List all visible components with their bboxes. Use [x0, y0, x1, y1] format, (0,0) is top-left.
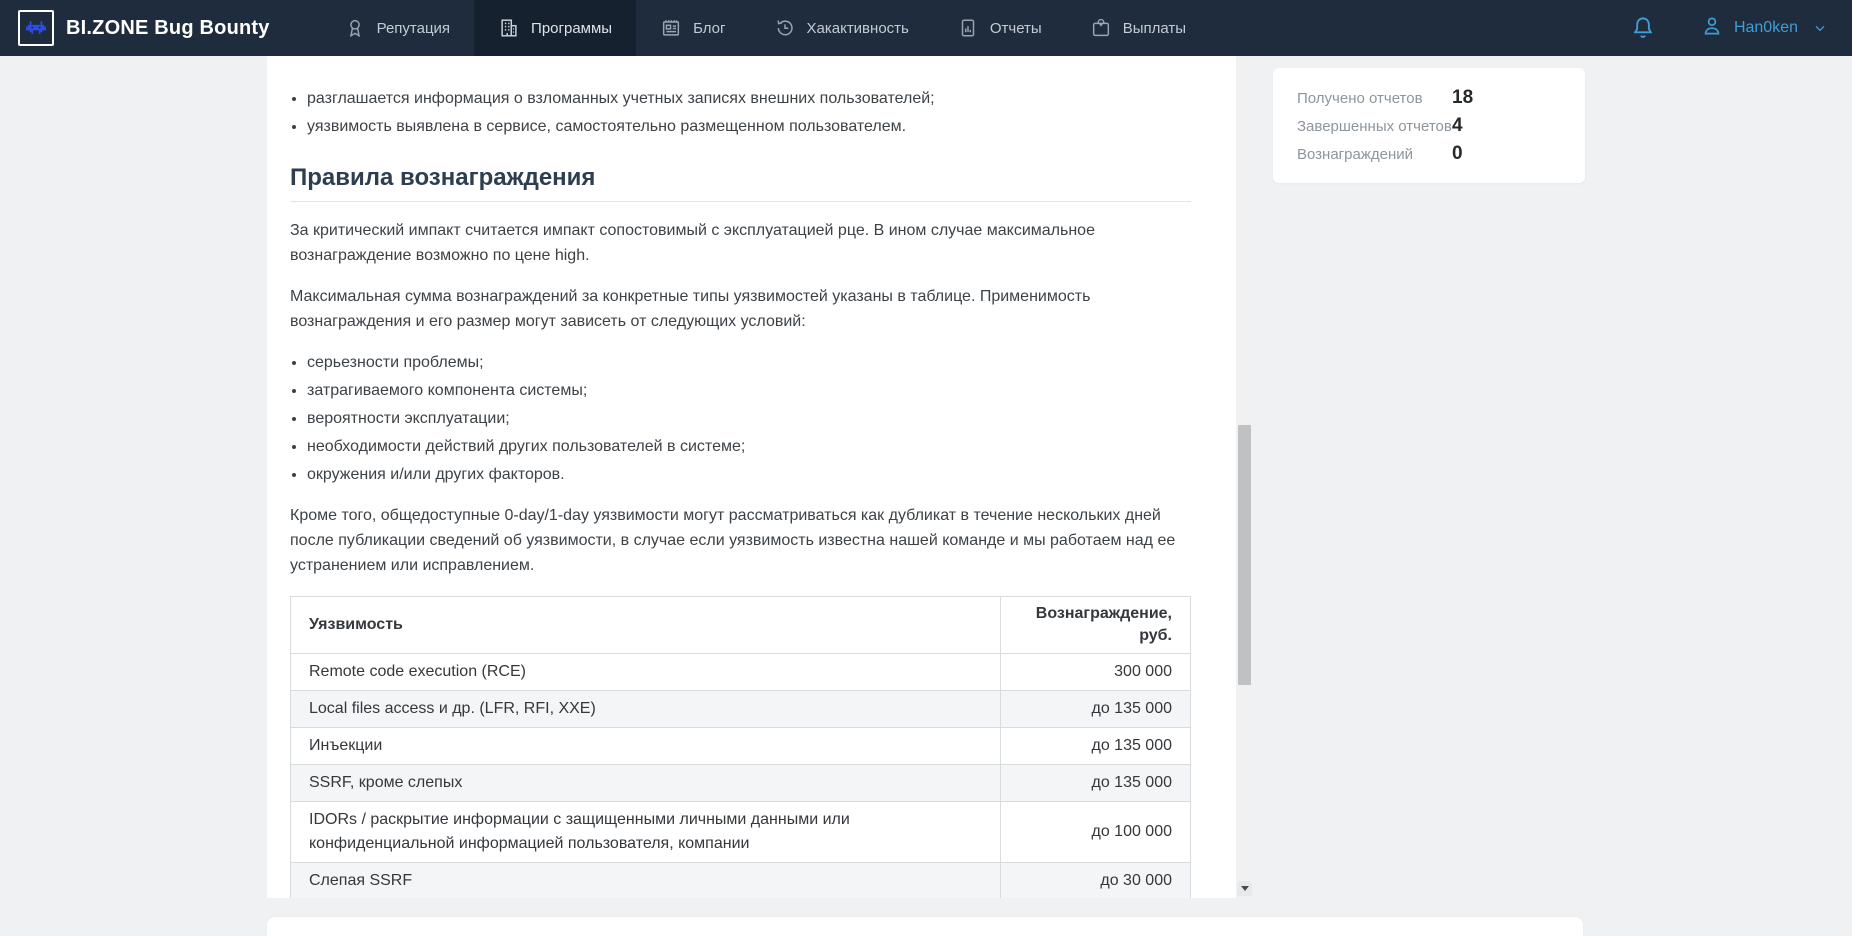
nav-item-hackactivity[interactable]: Хакактивность [750, 0, 933, 56]
column-header-vulnerability: Уязвимость [291, 597, 1001, 654]
nav-label: Выплаты [1123, 20, 1186, 37]
stat-label: Завершенных отчетов [1297, 118, 1452, 135]
reward-cell: 300 000 [1001, 654, 1191, 691]
reward-cell: до 135 000 [1001, 691, 1191, 728]
down-arrow-icon [1241, 886, 1249, 891]
nav-item-payouts[interactable]: Выплаты [1066, 0, 1210, 56]
next-section-card [267, 917, 1583, 936]
list-item: необходимости действий других пользовате… [307, 434, 1191, 459]
newspaper-icon [660, 17, 682, 39]
program-description-panel: разглашается информация о взломанных уче… [267, 56, 1253, 898]
paragraph: Максимальная сумма вознаграждений за кон… [290, 284, 1191, 334]
reward-cell: до 135 000 [1001, 765, 1191, 802]
vulnerability-cell: IDORs / раскрытие информации с защищенны… [291, 802, 1001, 863]
chevron-down-icon [1812, 20, 1828, 36]
table-row: Local files access и др. (LFR, RFI, XXE)… [291, 691, 1191, 728]
bizone-logo-icon [18, 10, 54, 46]
nav-item-blog[interactable]: Блог [636, 0, 749, 56]
stat-label: Получено отчетов [1297, 90, 1452, 107]
list-item: вероятности эксплуатации; [307, 406, 1191, 431]
briefcase-icon [1090, 17, 1112, 39]
table-row: SSRF, кроме слепых до 135 000 [291, 765, 1191, 802]
main-nav: Репутация Программы [320, 0, 1210, 56]
table-row: Инъекции до 135 000 [291, 728, 1191, 765]
stat-row-received-reports: Получено отчетов 18 [1297, 84, 1561, 112]
reward-cell: до 135 000 [1001, 728, 1191, 765]
list-item: окружения и/или других факторов. [307, 462, 1191, 487]
nav-label: Репутация [377, 20, 450, 37]
top-navbar: BI.ZONE Bug Bounty Репутация [0, 0, 1852, 56]
rewards-table: Уязвимость Вознаграждение, руб. Remote c… [290, 596, 1191, 898]
vulnerability-cell: Remote code execution (RCE) [291, 654, 1001, 691]
heading-divider [290, 201, 1191, 202]
stat-value: 18 [1452, 87, 1473, 109]
list-item: затрагиваемого компонента системы; [307, 378, 1191, 403]
stat-row-rewards: Вознаграждений 0 [1297, 140, 1561, 168]
vulnerability-cell: SSRF, кроме слепых [291, 765, 1001, 802]
table-row: Слепая SSRF до 30 000 [291, 863, 1191, 899]
conditions-list: серьезности проблемы; затрагиваемого ком… [290, 350, 1191, 487]
brand-title: BI.ZONE Bug Bounty [66, 17, 270, 40]
stat-row-completed-reports: Завершенных отчетов 4 [1297, 112, 1561, 140]
program-description-content: разглашается информация о взломанных уче… [267, 86, 1253, 898]
navbar-right: Han0ken [1630, 14, 1852, 43]
content-scrollbar[interactable] [1236, 56, 1253, 898]
user-menu[interactable]: Han0ken [1700, 14, 1828, 43]
table-row: Remote code execution (RCE) 300 000 [291, 654, 1191, 691]
column-header-reward: Вознаграждение, руб. [1001, 597, 1191, 654]
vulnerability-cell: Инъекции [291, 728, 1001, 765]
nav-item-reports[interactable]: Отчеты [933, 0, 1066, 56]
vulnerability-cell: Local files access и др. (LFR, RFI, XXE) [291, 691, 1001, 728]
nav-item-programs[interactable]: Программы [474, 0, 636, 56]
paragraph: За критический импакт считается импакт с… [290, 218, 1191, 268]
scrollbar-down-button[interactable] [1237, 881, 1252, 896]
nav-label: Блог [693, 20, 725, 37]
nav-label: Программы [531, 20, 612, 37]
stat-value: 4 [1452, 115, 1463, 137]
list-item: серьезности проблемы; [307, 350, 1191, 375]
bug-glyph-icon [26, 21, 46, 36]
reward-cell: до 100 000 [1001, 802, 1191, 863]
scrollbar-thumb[interactable] [1238, 425, 1251, 685]
rewards-rules-heading: Правила вознаграждения [290, 163, 1191, 193]
app-screen: BI.ZONE Bug Bounty Репутация [0, 0, 1852, 936]
brand[interactable]: BI.ZONE Bug Bounty [0, 10, 270, 46]
list-item: уязвимость выявлена в сервисе, самостоят… [307, 114, 1191, 139]
paragraph: Кроме того, общедоступные 0-day/1-day уя… [290, 503, 1191, 578]
nav-item-reputation[interactable]: Репутация [320, 0, 474, 56]
list-item: разглашается информация о взломанных уче… [307, 86, 1191, 111]
table-row: IDORs / раскрытие информации с защищенны… [291, 802, 1191, 863]
history-icon [774, 17, 796, 39]
reward-cell: до 30 000 [1001, 863, 1191, 899]
stat-label: Вознаграждений [1297, 146, 1452, 163]
table-header-row: Уязвимость Вознаграждение, руб. [291, 597, 1191, 654]
vulnerability-cell: Слепая SSRF [291, 863, 1001, 899]
user-icon [1700, 14, 1724, 43]
exclusions-list: разглашается информация о взломанных уче… [290, 86, 1191, 139]
stat-value: 0 [1452, 143, 1463, 165]
program-stats-card: Получено отчетов 18 Завершенных отчетов … [1273, 68, 1585, 183]
nav-label: Хакактивность [807, 20, 909, 37]
award-icon [344, 17, 366, 39]
user-name: Han0ken [1734, 19, 1798, 37]
buildings-icon [498, 17, 520, 39]
report-icon [957, 17, 979, 39]
nav-label: Отчеты [990, 20, 1042, 37]
notifications-bell-icon[interactable] [1630, 15, 1656, 41]
